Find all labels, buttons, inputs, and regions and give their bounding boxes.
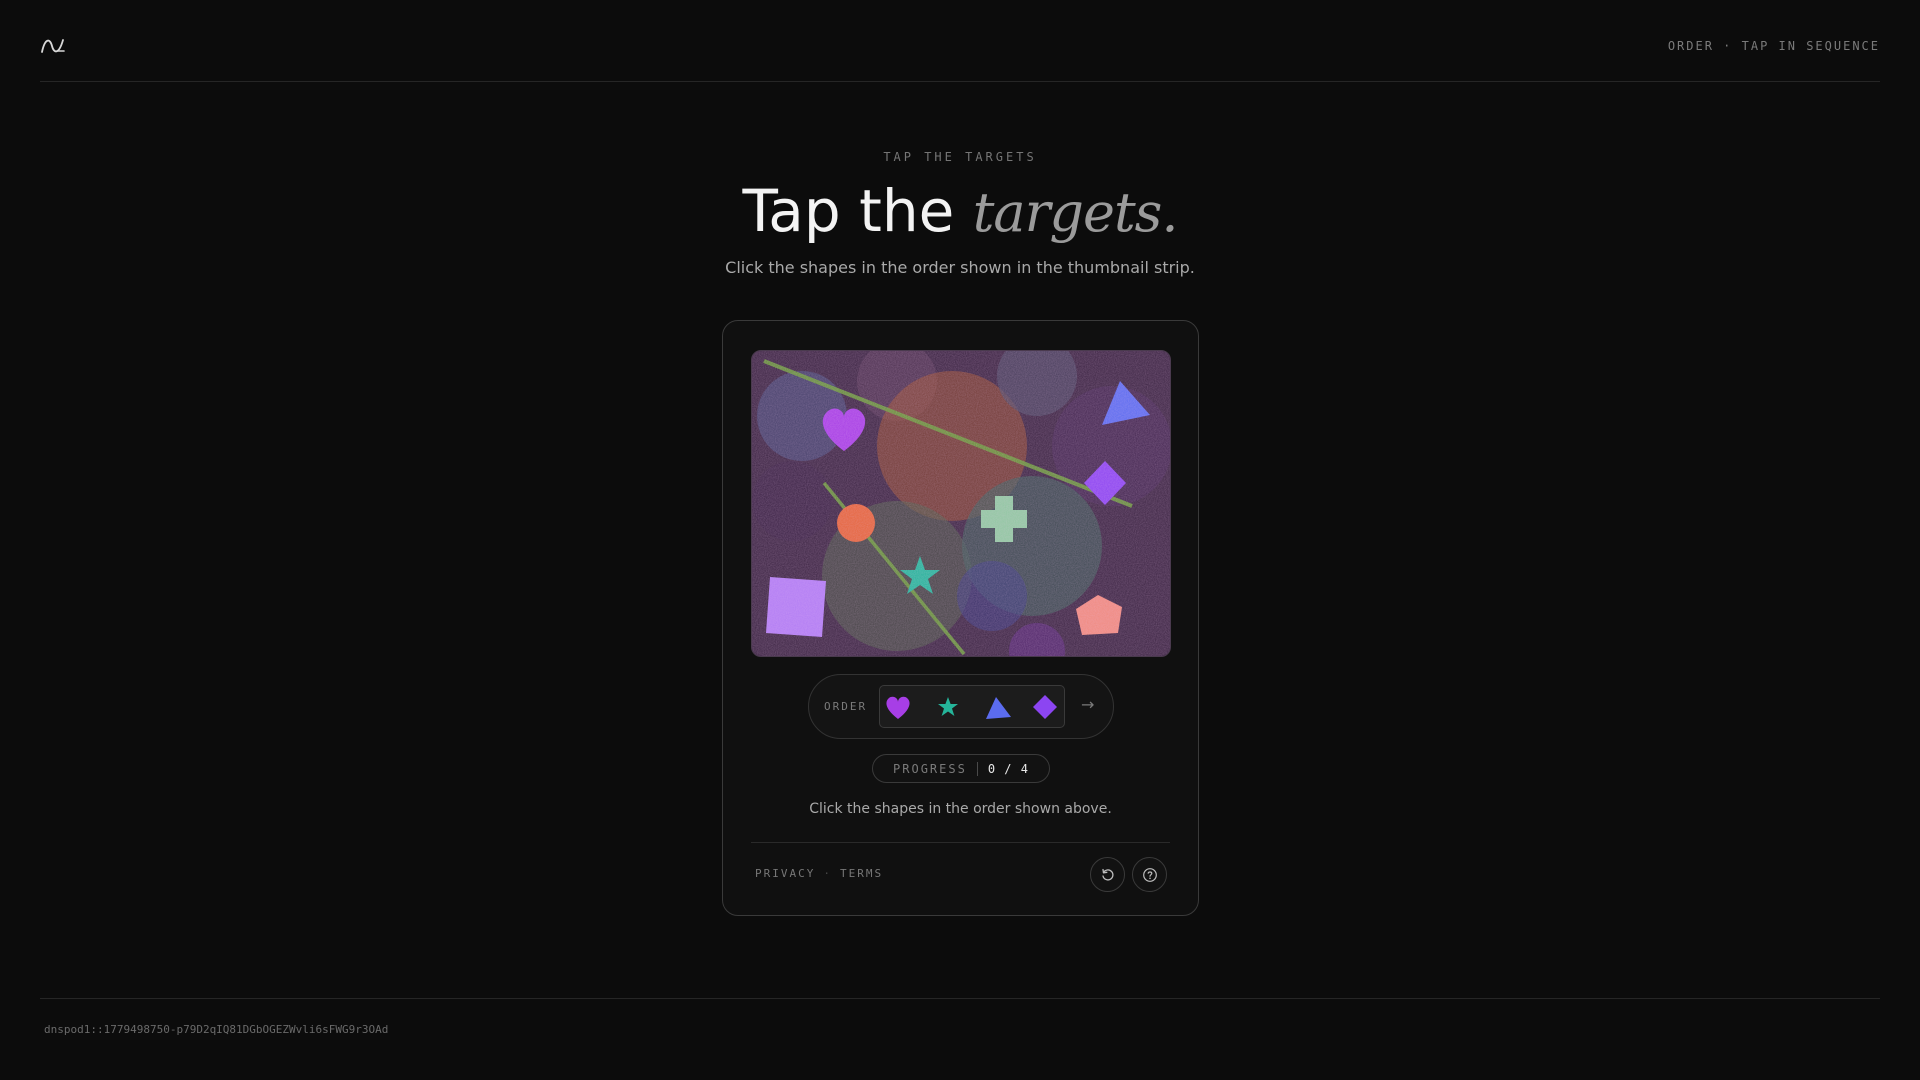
progress-label: PROGRESS — [893, 761, 967, 776]
subtitle: Click the shapes in the order shown in t… — [725, 257, 1195, 277]
hero: TAP THE TARGETS Tap the targets. Click t… — [0, 150, 1920, 277]
help-icon — [1142, 867, 1157, 882]
privacy-link[interactable]: PRIVACY — [755, 867, 815, 880]
refresh-button[interactable] — [1090, 857, 1125, 892]
page-title: Tap the targets. — [0, 177, 1920, 245]
triangle-thumbnail-icon — [986, 697, 1011, 719]
link-separator: · — [823, 867, 832, 880]
captcha-card: ORDER → PROGRESS 0 / 4 Click the shapes … — [722, 320, 1199, 916]
star-thumbnail-icon — [938, 697, 958, 716]
eyebrow: TAP THE TARGETS — [883, 150, 1037, 164]
help-button[interactable] — [1132, 857, 1167, 892]
noise-overlay — [752, 351, 1170, 656]
heart-thumbnail-icon — [886, 696, 910, 719]
title-plain: Tap the — [742, 177, 955, 245]
refresh-icon — [1101, 868, 1114, 881]
challenge-canvas[interactable] — [751, 350, 1171, 657]
order-label: ORDER — [824, 700, 868, 713]
diamond-thumbnail-icon — [1033, 695, 1057, 719]
page-footer: dnspod1::1779498750-p79D2qIQ81DGbOGEZWvl… — [40, 998, 1880, 1036]
progress-pill: PROGRESS 0 / 4 — [872, 754, 1050, 783]
thumbnail-strip — [879, 685, 1065, 728]
wave-logo-icon[interactable] — [40, 36, 66, 56]
instruction-text: Click the shapes in the order shown abov… — [809, 801, 1112, 817]
card-divider — [751, 842, 1170, 843]
progress-value: 0 / 4 — [987, 761, 1029, 776]
terms-link[interactable]: TERMS — [840, 867, 883, 880]
title-italic: targets. — [972, 181, 1179, 244]
header-status: ORDER · TAP IN SEQUENCE — [1667, 38, 1880, 53]
card-footer-links: PRIVACY · TERMS — [755, 867, 883, 880]
top-bar: ORDER · TAP IN SEQUENCE — [40, 0, 1880, 82]
order-strip: ORDER → — [808, 674, 1114, 739]
session-id: dnspod1::1779498750-p79D2qIQ81DGbOGEZWvl… — [44, 1023, 389, 1036]
progress-divider — [976, 761, 978, 776]
arrow-right-icon: → — [1081, 695, 1095, 714]
